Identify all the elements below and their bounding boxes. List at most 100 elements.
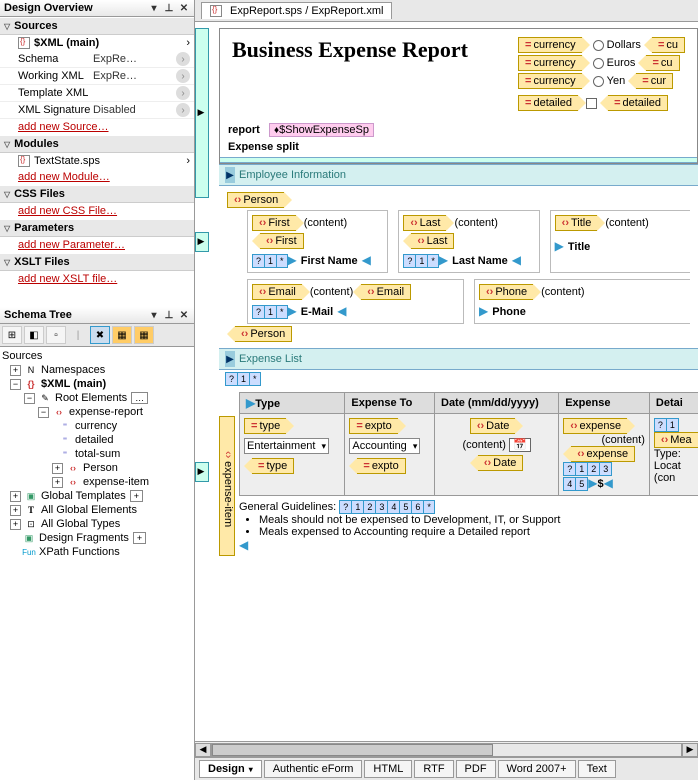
radio-dollars[interactable]	[593, 40, 604, 51]
go-icon[interactable]: ›	[176, 69, 190, 83]
go-icon[interactable]: ›	[176, 52, 190, 66]
currency-tag[interactable]: =currency	[518, 55, 582, 71]
scroll-left-icon[interactable]: ◀	[195, 743, 211, 757]
xml-main-item[interactable]: $XML (main)›	[0, 35, 194, 51]
tree-xpath-functions[interactable]: FunXPath Functions	[2, 545, 192, 559]
add-module-link[interactable]: add new Module…	[0, 169, 194, 185]
cardinality-box[interactable]: ?1*	[225, 372, 261, 386]
vertical-marker[interactable]: ▶	[195, 232, 209, 252]
add-css-link[interactable]: add new CSS File…	[0, 203, 194, 219]
expand-icon[interactable]: +	[10, 505, 21, 516]
go-icon[interactable]: ›	[176, 103, 190, 117]
detailed-tag-close[interactable]: =detailed	[608, 95, 668, 111]
toolbar-btn-3[interactable]: ▫	[46, 326, 66, 344]
last-tag-close[interactable]: ‹›Last	[411, 233, 454, 249]
toolbar-btn-2[interactable]: ◧	[24, 326, 44, 344]
tab-rtf[interactable]: RTF	[414, 760, 453, 778]
person-tag-close[interactable]: ‹›Person	[235, 326, 292, 342]
currency-tag[interactable]: =currency	[518, 37, 582, 53]
toolbar-btn-5[interactable]: ▦	[112, 326, 132, 344]
tree-expense-item[interactable]: +‹›expense-item	[2, 475, 192, 489]
add-icon[interactable]: +	[130, 490, 143, 502]
email-tag[interactable]: ‹›Email	[252, 284, 302, 300]
person-tag-open[interactable]: ‹›Person	[227, 192, 284, 208]
cardinality-box[interactable]: ?1*	[403, 254, 439, 268]
tab-word[interactable]: Word 2007+	[498, 760, 576, 778]
dropdown-icon[interactable]: ▾	[148, 2, 160, 14]
collapse-icon[interactable]: −	[24, 393, 35, 404]
radio-yen[interactable]	[593, 76, 604, 87]
sources-section[interactable]: ▽Sources	[0, 17, 194, 35]
checkbox-detailed[interactable]	[586, 98, 597, 109]
tab-text[interactable]: Text	[578, 760, 616, 778]
tab-html[interactable]: HTML	[364, 760, 412, 778]
type-tag-close[interactable]: =type	[252, 458, 294, 474]
first-tag[interactable]: ‹›First	[252, 215, 296, 231]
cardinality-box[interactable]: ?123456*	[339, 500, 435, 514]
xslt-section[interactable]: ▽XSLT Files	[0, 253, 194, 271]
horizontal-scrollbar[interactable]: ◀ ▶	[195, 741, 698, 757]
phone-tag[interactable]: ‹›Phone	[479, 284, 533, 300]
dropdown-icon[interactable]: ▾	[148, 309, 160, 321]
last-tag[interactable]: ‹›Last	[403, 215, 446, 231]
pin-icon[interactable]: ⊥	[163, 309, 175, 321]
first-tag-close[interactable]: ‹›First	[260, 233, 304, 249]
toolbar-btn-6[interactable]: ▦	[134, 326, 154, 344]
expto-tag-close[interactable]: =expto	[357, 458, 405, 474]
mea-tag[interactable]: ‹›Mea	[654, 432, 698, 448]
tab-authentic[interactable]: Authentic eForm	[264, 760, 363, 778]
section-arrow-icon[interactable]: ▶	[225, 351, 235, 367]
workingxml-row[interactable]: Working XMLExpRe…›	[0, 68, 194, 85]
expto-select[interactable]: Accounting	[349, 438, 420, 454]
tree-person[interactable]: +‹›Person	[2, 461, 192, 475]
expense-tag-close[interactable]: ‹›expense	[571, 446, 635, 462]
cardinality-box[interactable]: 45	[563, 477, 588, 491]
add-param-link[interactable]: add new Parameter…	[0, 237, 194, 253]
cardinality-box[interactable]: ?123	[563, 462, 612, 476]
expand-icon[interactable]: +	[10, 519, 21, 530]
cardinality-box[interactable]: ?1	[654, 418, 679, 432]
date-tag-close[interactable]: ‹›Date	[478, 455, 524, 471]
tree-design-fragments[interactable]: ▣Design Fragments+	[2, 531, 192, 545]
expand-icon[interactable]: +	[10, 365, 21, 376]
go-icon[interactable]: ›	[176, 86, 190, 100]
textstate-item[interactable]: TextState.sps›	[0, 153, 194, 169]
vertical-marker[interactable]: ▶	[195, 462, 209, 482]
params-section[interactable]: ▽Parameters	[0, 219, 194, 237]
section-arrow-icon[interactable]: ▶	[225, 167, 235, 183]
tree-global-templates[interactable]: +▣Global Templates+	[2, 489, 192, 503]
title-tag[interactable]: ‹›Title	[555, 215, 598, 231]
expand-icon[interactable]: +	[52, 463, 63, 474]
nav-left-icon[interactable]: ◀	[239, 538, 248, 552]
go-icon[interactable]: ›	[186, 155, 190, 167]
date-picker-icon[interactable]: 📅	[509, 438, 531, 452]
css-section[interactable]: ▽CSS Files	[0, 185, 194, 203]
schema-row[interactable]: SchemaExpRe…›	[0, 51, 194, 68]
scroll-thumb[interactable]	[212, 744, 493, 756]
xmlsignature-row[interactable]: XML SignatureDisabled›	[0, 102, 194, 119]
more-icon[interactable]: …	[131, 392, 148, 404]
close-icon[interactable]: ✕	[178, 2, 190, 14]
tree-currency[interactable]: ⁼currency	[2, 419, 192, 433]
expense-item-vtag[interactable]: ‹› expense-item	[219, 416, 235, 556]
radio-euros[interactable]	[593, 58, 604, 69]
type-tag[interactable]: =type	[244, 418, 286, 434]
add-icon[interactable]: +	[133, 532, 146, 544]
templatexml-row[interactable]: Template XML›	[0, 85, 194, 102]
email-tag-close[interactable]: ‹›Email	[361, 284, 411, 300]
expto-tag[interactable]: =expto	[349, 418, 397, 434]
currency-tag-close[interactable]: =cur	[636, 73, 673, 89]
tree-detailed[interactable]: ⁼detailed	[2, 433, 192, 447]
collapse-icon[interactable]: −	[10, 379, 21, 390]
type-select[interactable]: Entertainment	[244, 438, 329, 454]
tree-sources[interactable]: Sources	[2, 349, 192, 363]
scroll-right-icon[interactable]: ▶	[682, 743, 698, 757]
tab-design[interactable]: Design▾	[199, 760, 262, 778]
detailed-tag[interactable]: =detailed	[518, 95, 578, 111]
tree-rootelements[interactable]: −✎Root Elements…	[2, 391, 192, 405]
show-expense-tag[interactable]: ♦$ShowExpenseSp	[269, 123, 374, 137]
currency-tag-close[interactable]: =cu	[652, 37, 685, 53]
go-icon[interactable]: ›	[186, 37, 190, 49]
toolbar-btn-1[interactable]: ⊞	[2, 326, 22, 344]
add-source-link[interactable]: add new Source…	[0, 119, 194, 135]
